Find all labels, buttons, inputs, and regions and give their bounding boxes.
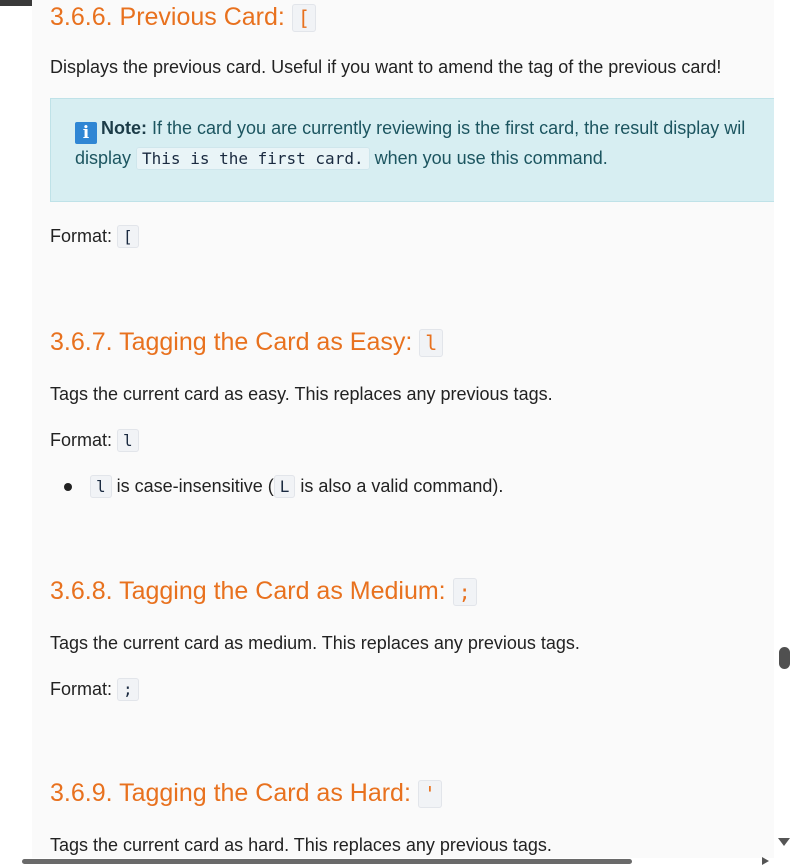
format-line: Format: ; <box>50 677 139 702</box>
section-number: 3.6.8. <box>50 577 113 605</box>
note-line-2: display This is the first card. when you… <box>75 144 750 173</box>
bullet-code: l <box>90 475 112 498</box>
note-line-1: i Note: If the card you are currently rev… <box>75 114 750 144</box>
format-label: Format: <box>50 679 113 699</box>
scroll-down-arrow-icon[interactable] <box>778 838 790 846</box>
note-box: i Note: If the card you are currently rev… <box>50 98 774 202</box>
section-number: 3.6.7. <box>50 328 113 356</box>
section-heading-previous-card: 3.6.6. Previous Card: [ <box>50 2 316 33</box>
list-item: l is case-insensitive (L is also a valid… <box>50 474 503 499</box>
format-code: [ <box>117 225 139 248</box>
section-title: Tagging the Card as Easy: <box>119 328 413 356</box>
vertical-scrollbar-thumb[interactable] <box>779 647 790 669</box>
format-label: Format: <box>50 226 113 246</box>
command-code: [ <box>291 4 316 32</box>
section-number: 3.6.6. <box>50 3 113 31</box>
format-line: Format: [ <box>50 224 139 249</box>
section-title: Tagging the Card as Hard: <box>119 779 411 807</box>
command-code: ' <box>417 780 442 808</box>
format-code: ; <box>117 678 139 701</box>
section-number: 3.6.9. <box>50 779 113 807</box>
command-code: ; <box>452 578 477 606</box>
note-code: This is the first card. <box>136 147 370 170</box>
format-code: l <box>117 429 139 452</box>
bullet-code-alt: L <box>273 475 296 498</box>
bullet-dot <box>64 483 72 491</box>
section-heading-hard: 3.6.9. Tagging the Card as Hard: ' <box>50 778 442 809</box>
bullet-text: is case-insensitive ( <box>111 476 274 496</box>
section-title: Previous Card: <box>119 3 285 31</box>
note-label: Note: <box>101 118 147 138</box>
format-label: Format: <box>50 430 113 450</box>
section-heading-medium: 3.6.8. Tagging the Card as Medium: ; <box>50 576 477 607</box>
section-description: Displays the previous card. Useful if yo… <box>50 57 722 77</box>
info-icon: i <box>75 122 97 144</box>
note-text-2: display <box>75 148 137 168</box>
note-text-3: when you use this command. <box>369 148 608 168</box>
format-line: Format: l <box>50 428 139 453</box>
section-title: Tagging the Card as Medium: <box>119 577 446 605</box>
bullet-text-2: is also a valid command). <box>295 476 504 496</box>
document-page: 3.6.6. Previous Card: [ Displays the pre… <box>32 0 774 864</box>
bullet-list: l is case-insensitive (L is also a valid… <box>50 474 503 499</box>
note-text: If the card you are currently reviewing … <box>147 118 746 138</box>
horizontal-scrollbar-thumb[interactable] <box>22 859 632 864</box>
section-description: Tags the current card as easy. This repl… <box>50 384 553 404</box>
command-code: l <box>419 329 444 357</box>
section-description: Tags the current card as medium. This re… <box>50 633 580 653</box>
section-description: Tags the current card as hard. This repl… <box>50 835 552 855</box>
section-heading-easy: 3.6.7. Tagging the Card as Easy: l <box>50 327 444 358</box>
